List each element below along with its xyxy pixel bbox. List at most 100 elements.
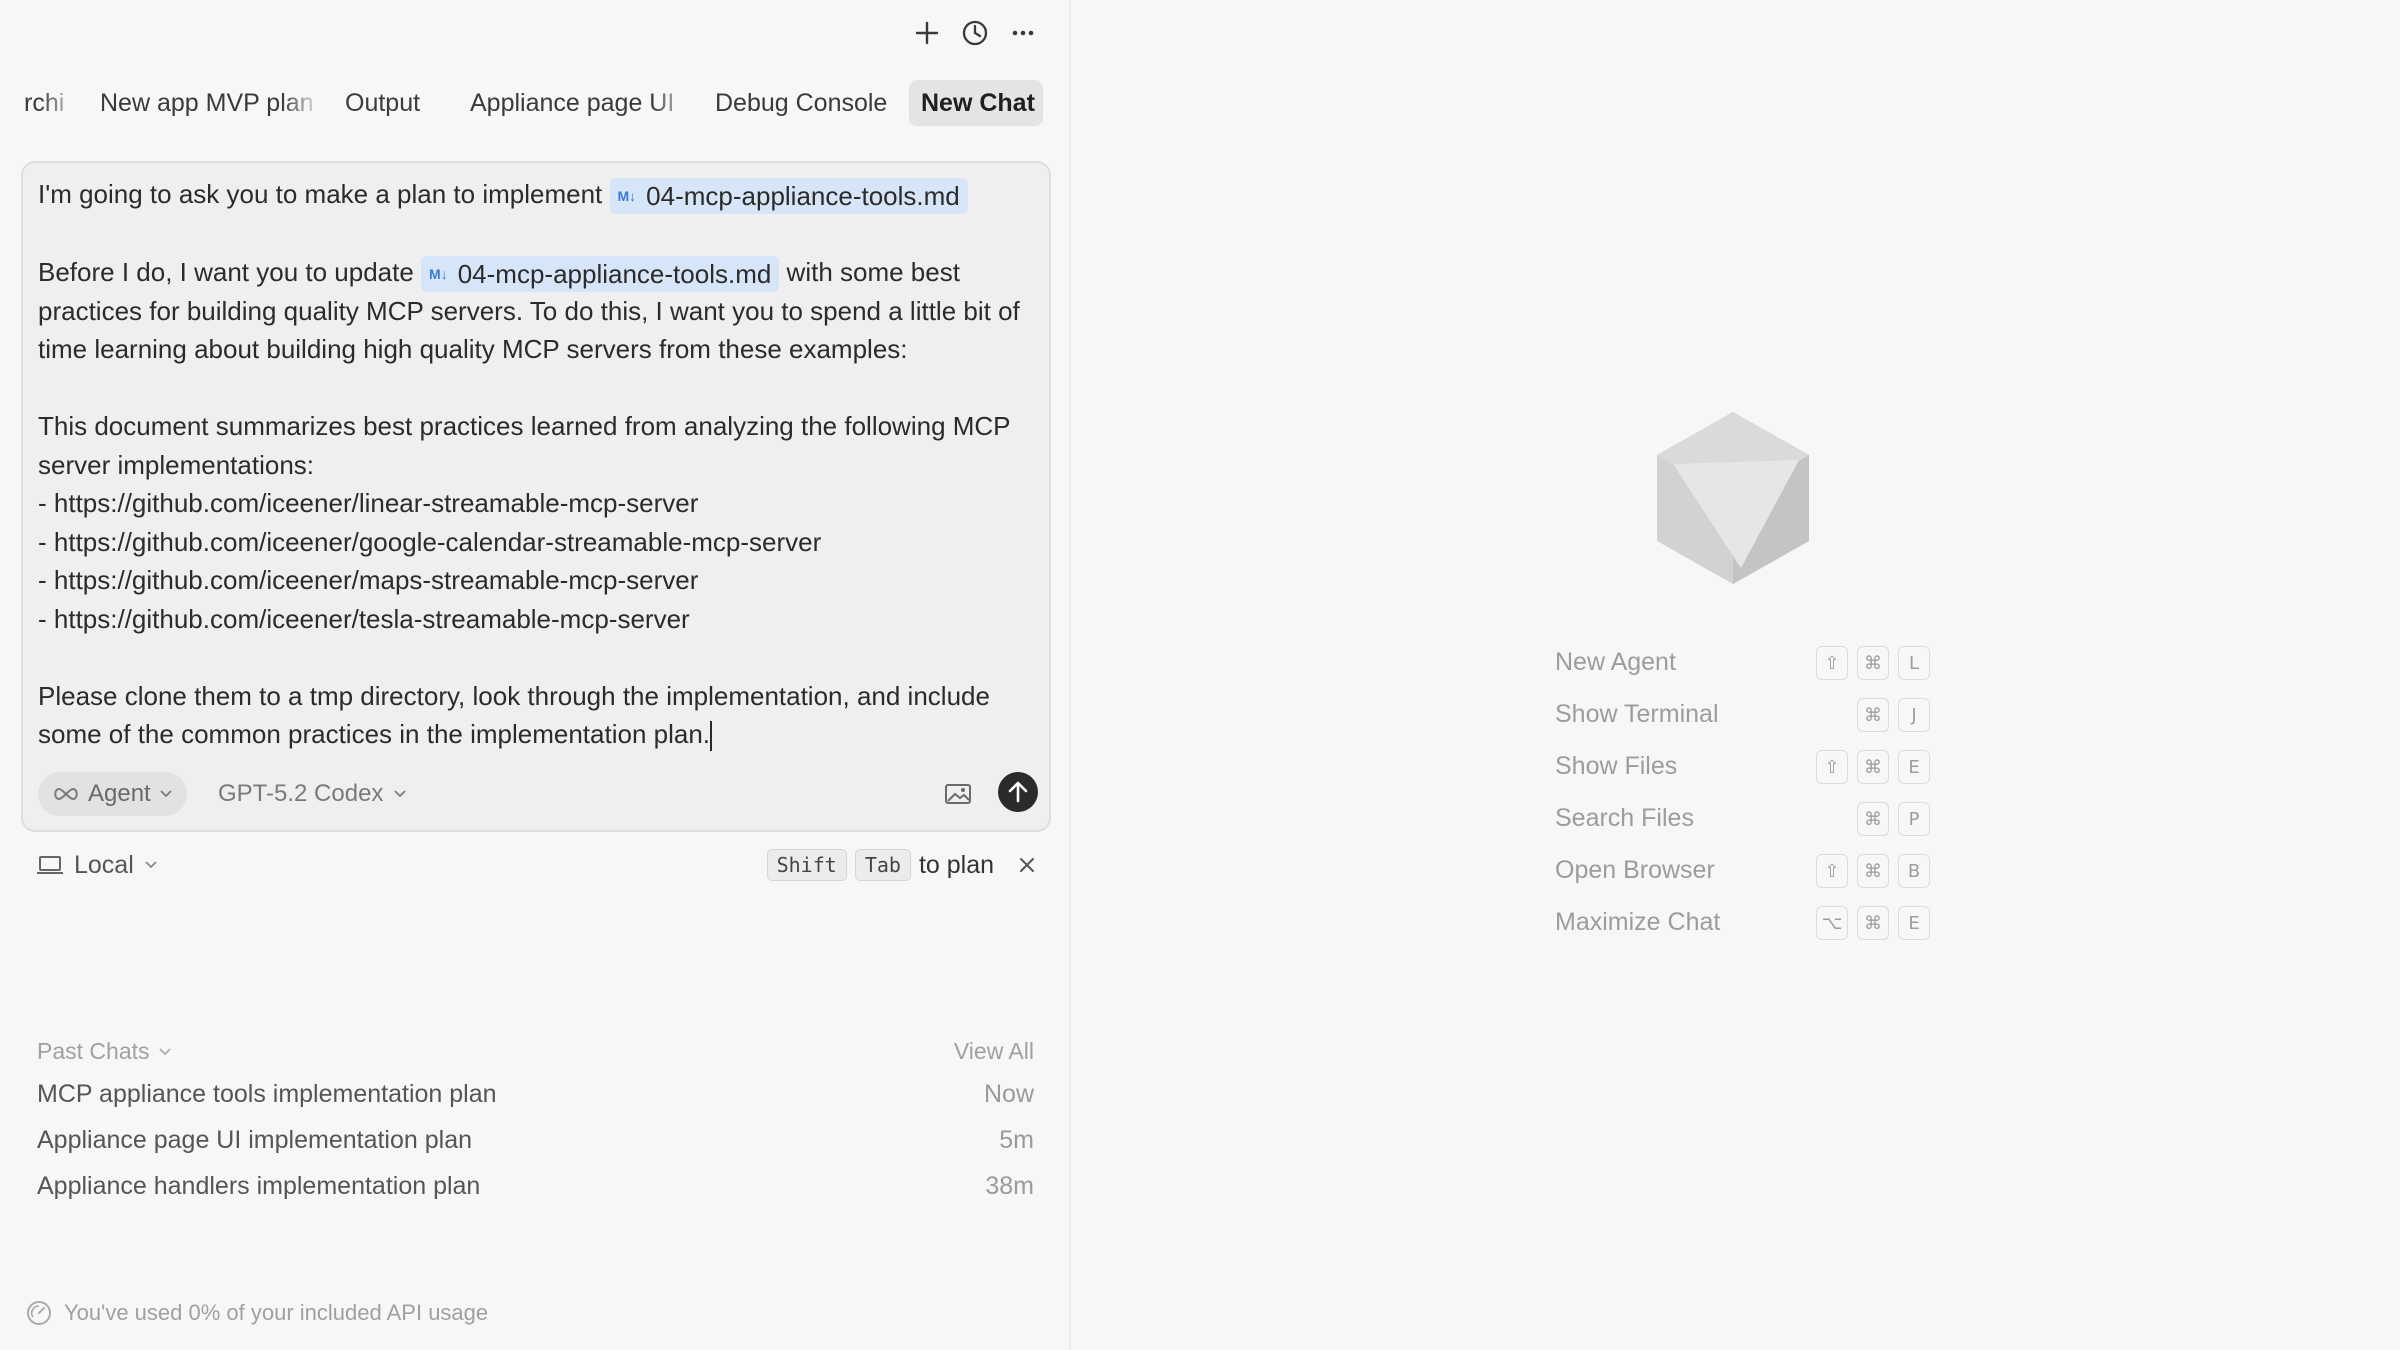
past-chat-time: 38m xyxy=(985,1172,1034,1200)
letter-key: E xyxy=(1898,750,1930,784)
composer-footer-row: Local Shift Tab to plan xyxy=(36,846,1042,884)
shift-key: ⇧ xyxy=(1816,646,1848,680)
shortcut-show-files[interactable]: Show Files ⇧ ⌘ E xyxy=(1555,744,1930,796)
letter-key: L xyxy=(1898,646,1930,680)
shortcut-maximize-chat[interactable]: Maximize Chat ⌥ ⌘ E xyxy=(1555,900,1930,952)
agent-mode-selector[interactable]: Agent xyxy=(38,772,187,816)
attach-image-icon[interactable] xyxy=(942,778,974,810)
shortcut-keys: ⇧ ⌘ E xyxy=(1816,750,1930,784)
tab-new-chat[interactable]: New Chat xyxy=(909,80,1043,126)
chevron-down-icon xyxy=(394,790,407,798)
cursor-logo-icon xyxy=(1653,408,1813,588)
send-button[interactable] xyxy=(998,772,1038,812)
past-chat-item[interactable]: Appliance page UI implementation plan 5m xyxy=(37,1118,1034,1164)
file-chip-label: 04-mcp-appliance-tools.md xyxy=(646,180,960,211)
chat-panel: rchi New app MVP plan Output Appliance p… xyxy=(0,0,1071,1350)
composer-line-1: I'm going to ask you to make a plan to i… xyxy=(38,175,1038,215)
close-hint-icon[interactable] xyxy=(1012,850,1042,880)
top-actions xyxy=(911,14,1039,52)
text-span: I'm going to ask you to make a plan to i… xyxy=(38,179,603,209)
shortcut-new-agent[interactable]: New Agent ⇧ ⌘ L xyxy=(1555,640,1930,692)
gauge-icon xyxy=(27,1301,51,1325)
shortcut-label: Open Browser xyxy=(1555,856,1715,884)
tab-fade xyxy=(282,80,322,126)
shortcut-keys: ⌘ J xyxy=(1857,698,1930,732)
past-chats-title: Past Chats xyxy=(37,1038,150,1064)
past-chats-toggle[interactable]: Past Chats xyxy=(37,1038,172,1065)
new-chat-plus-icon[interactable] xyxy=(911,14,943,52)
environment-label: Local xyxy=(74,850,134,879)
environment-selector[interactable]: Local xyxy=(36,846,158,884)
history-clock-icon[interactable] xyxy=(959,14,991,52)
shortcut-search-files[interactable]: Search Files ⌘ P xyxy=(1555,796,1930,848)
letter-key: J xyxy=(1898,698,1930,732)
text-span: Before I do, I want you to update xyxy=(38,256,414,287)
arrow-up-icon xyxy=(1008,781,1028,803)
shortcut-label: Maximize Chat xyxy=(1555,908,1721,936)
app-window: rchi New app MVP plan Output Appliance p… xyxy=(0,0,2400,1350)
laptop-icon xyxy=(37,856,63,874)
composer-para-3: This document summarizes best practices … xyxy=(38,411,1018,480)
link-line: - https://github.com/iceener/maps-stream… xyxy=(38,565,699,596)
composer-toolbar: Agent GPT-5.2 Codex xyxy=(38,772,1038,816)
past-chat-title: Appliance handlers implementation plan xyxy=(37,1172,481,1200)
plan-mode-hint: Shift Tab to plan xyxy=(766,846,994,884)
more-ellipsis-icon[interactable] xyxy=(1007,14,1039,52)
tab-fade xyxy=(40,80,80,126)
tab-label: Output xyxy=(345,89,421,117)
chevron-down-icon xyxy=(158,1047,171,1055)
shortcut-open-browser[interactable]: Open Browser ⇧ ⌘ B xyxy=(1555,848,1930,900)
shift-key: ⇧ xyxy=(1816,854,1848,888)
past-chat-item[interactable]: MCP appliance tools implementation plan … xyxy=(37,1072,1034,1118)
usage-status: You've used 0% of your included API usag… xyxy=(26,1300,488,1326)
past-chat-title: Appliance page UI implementation plan xyxy=(37,1126,472,1154)
shortcut-show-terminal[interactable]: Show Terminal ⌘ J xyxy=(1555,692,1930,744)
composer-text[interactable]: I'm going to ask you to make a plan to i… xyxy=(38,175,1038,754)
chevron-down-icon xyxy=(145,861,157,869)
model-label: GPT-5.2 Codex xyxy=(218,780,384,807)
hint-text: to plan xyxy=(918,850,994,879)
command-key: ⌘ xyxy=(1857,854,1889,888)
model-selector[interactable]: GPT-5.2 Codex xyxy=(218,772,407,816)
usage-text: You've used 0% of your included API usag… xyxy=(64,1300,489,1325)
tab-output[interactable]: Output xyxy=(333,80,443,126)
file-chip-label: 04-mcp-appliance-tools.md xyxy=(457,258,772,289)
link-line: - https://github.com/iceener/google-cale… xyxy=(38,526,822,557)
command-key: ⌘ xyxy=(1857,646,1889,680)
shortcut-label: New Agent xyxy=(1555,648,1676,676)
chevron-down-icon xyxy=(160,790,172,798)
agent-label: Agent xyxy=(88,780,151,807)
shortcut-list: New Agent ⇧ ⌘ L Show Terminal ⌘ J Show F… xyxy=(1555,640,1930,952)
markdown-icon: M↓ xyxy=(429,265,448,282)
shortcut-keys: ⇧ ⌘ B xyxy=(1816,854,1930,888)
shortcut-label: Search Files xyxy=(1555,804,1694,832)
composer-para-4: Please clone them to a tmp directory, lo… xyxy=(38,677,1038,754)
chat-tabs: rchi New app MVP plan Output Appliance p… xyxy=(0,80,1071,126)
link-line: - https://github.com/iceener/linear-stre… xyxy=(38,488,699,519)
shortcut-keys: ⇧ ⌘ L xyxy=(1816,646,1930,680)
command-key: ⌘ xyxy=(1857,802,1889,836)
letter-key: P xyxy=(1898,802,1930,836)
tab-key: Tab xyxy=(854,849,911,881)
command-key: ⌘ xyxy=(1857,750,1889,784)
composer-para-2: Before I do, I want you to update M↓ 04-m… xyxy=(38,253,1038,369)
view-all-link[interactable]: View All xyxy=(954,1038,1034,1065)
shortcut-label: Show Terminal xyxy=(1555,700,1719,728)
tab-fade xyxy=(652,80,692,126)
past-chat-time: Now xyxy=(983,1080,1034,1108)
shift-key: Shift xyxy=(766,849,847,881)
shortcut-label: Show Files xyxy=(1555,752,1678,780)
file-chip[interactable]: M↓ 04-mcp-appliance-tools.md xyxy=(609,178,968,215)
link-line: - https://github.com/iceener/tesla-strea… xyxy=(38,603,690,634)
text-caret xyxy=(710,721,713,752)
tab-debug-console[interactable]: Debug Console xyxy=(703,80,903,126)
past-chat-item[interactable]: Appliance handlers implementation plan 3… xyxy=(37,1164,1034,1210)
file-chip[interactable]: M↓ 04-mcp-appliance-tools.md xyxy=(421,255,780,292)
message-composer[interactable]: I'm going to ask you to make a plan to i… xyxy=(21,161,1051,832)
tab-label: New Chat xyxy=(921,89,1035,117)
command-key: ⌘ xyxy=(1857,698,1889,732)
letter-key: B xyxy=(1898,854,1930,888)
past-chats-header: Past Chats View All xyxy=(37,1034,1034,1072)
